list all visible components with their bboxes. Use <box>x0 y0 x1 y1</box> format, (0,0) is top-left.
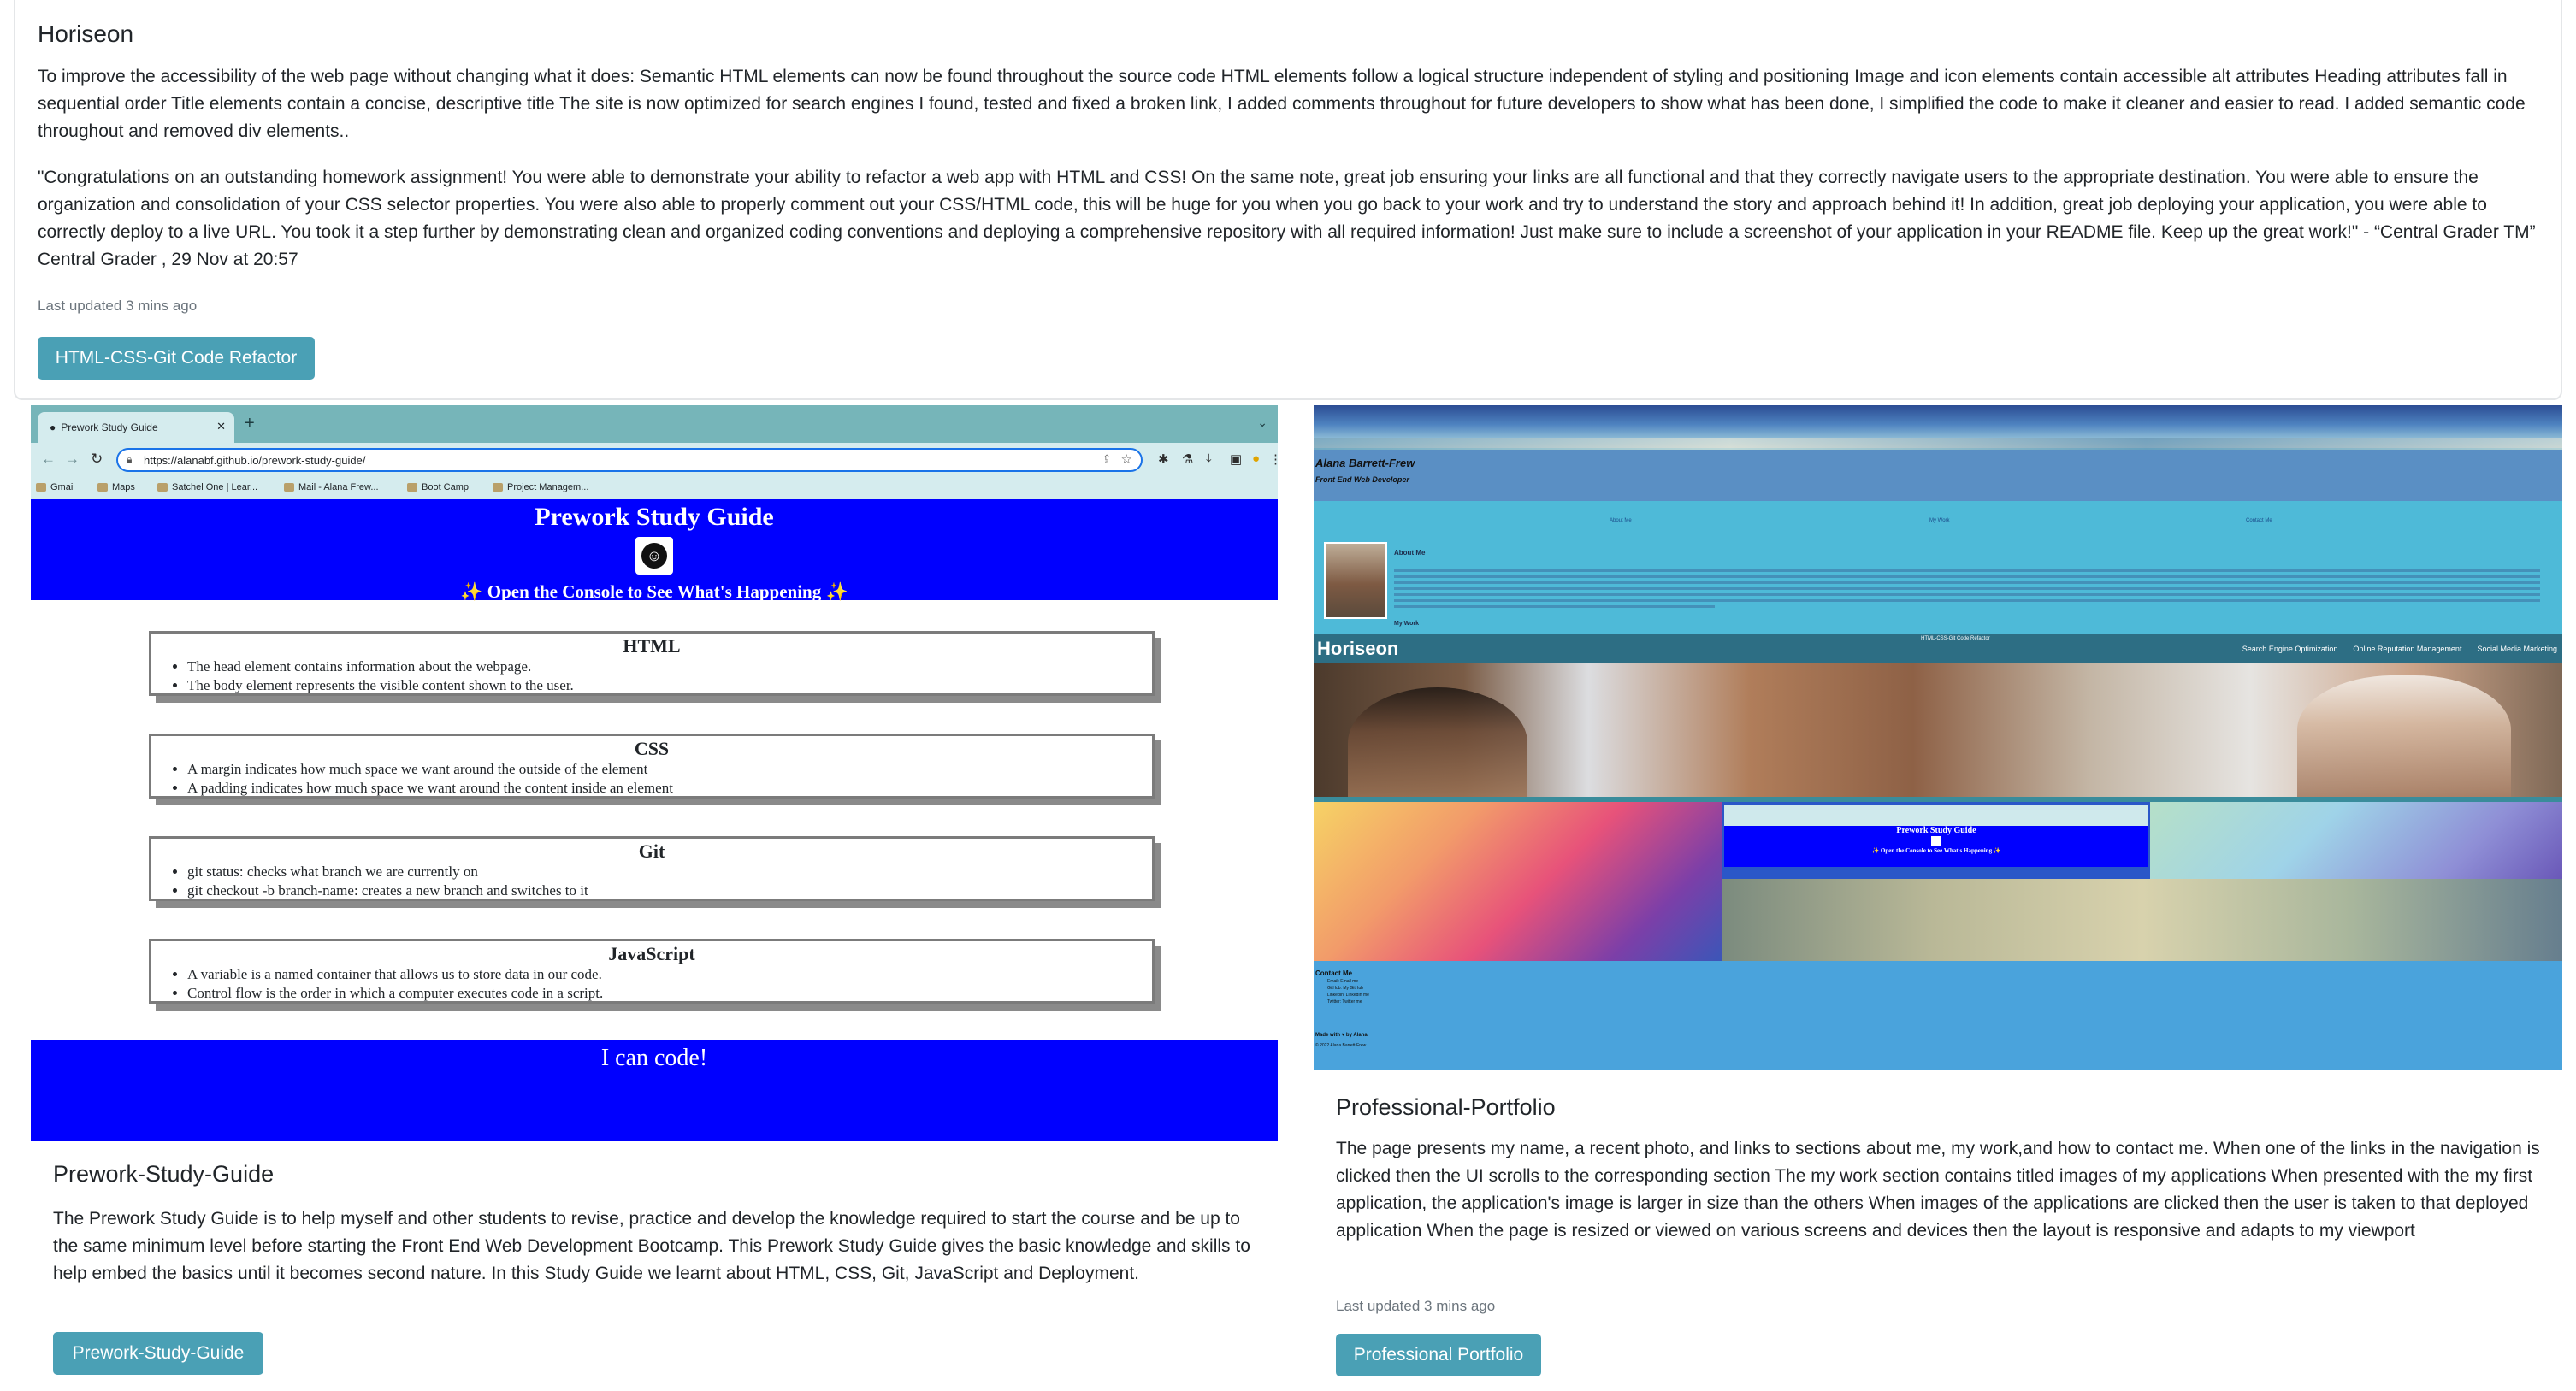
portfolio-role: Front End Web Developer <box>1315 475 1409 484</box>
nav-link-contact[interactable]: Contact Me <box>2246 518 2272 523</box>
section-title: JavaScript <box>608 943 695 964</box>
contact-item[interactable]: LinkedIn: LinkedIn me <box>1327 992 1369 999</box>
prework-screenshot[interactable]: ● Prework Study Guide ✕ + ⌄ ← → ↻ 🔒︎ htt… <box>31 405 1278 1141</box>
horiseon-nav-link[interactable]: Social Media Marketing <box>2477 645 2557 653</box>
flask-icon[interactable]: ⚗ <box>1182 451 1193 467</box>
close-tab-icon[interactable]: ✕ <box>216 420 226 433</box>
prework-footer: I can code! <box>31 1040 1278 1141</box>
menu-kebab-icon[interactable]: ⋮ <box>1269 451 1278 467</box>
project-tile-image[interactable] <box>1314 802 1722 961</box>
portfolio-screenshot[interactable]: Alana Barrett-Frew Front End Web Develop… <box>1314 405 2562 1070</box>
about-text <box>1394 559 2540 611</box>
prework-card-title: Prework-Study-Guide <box>53 1161 275 1187</box>
about-title: About Me <box>1394 549 1426 557</box>
bookmark-item[interactable]: Gmail <box>36 482 75 492</box>
bookmark-item[interactable]: Mail - Alana Frew... <box>284 482 379 492</box>
horiseon-project-tile[interactable]: Horiseon HTML-CSS-Git Code Refactor Sear… <box>1314 634 2562 663</box>
prework-subtitle: ✨ Open the Console to See What's Happeni… <box>460 581 848 602</box>
horiseon-repo-button[interactable]: HTML-CSS-Git Code Refactor <box>38 337 315 380</box>
my-work-title: My Work <box>1394 621 1420 627</box>
bookmarks-bar: Gmail Maps Satchel One | Lear... Mail - … <box>31 477 1278 499</box>
section-title: CSS <box>634 738 670 759</box>
git-section: Git git status: checks what branch we ar… <box>149 836 1155 901</box>
horiseon-tile-label: HTML-CSS-Git Code Refactor <box>1921 636 1990 641</box>
horiseon-card: Horiseon To improve the accessibility of… <box>14 0 2562 400</box>
portfolio-card-description: The page presents my name, a recent phot… <box>1336 1139 2540 1241</box>
list-item: Control flow is the order in which a com… <box>187 984 1152 1003</box>
mini-prework-title: Prework Study Guide <box>1896 826 1976 835</box>
list-item: A variable is a named container that all… <box>187 965 1152 984</box>
forward-icon[interactable]: → <box>65 451 80 468</box>
bookmark-item[interactable]: Maps <box>97 482 135 492</box>
nav-link-work[interactable]: My Work <box>1929 518 1950 523</box>
section-title: Git <box>638 840 665 862</box>
download-icon[interactable]: ⤓ <box>1206 451 1212 466</box>
mini-prework-header: Prework Study Guide ✨ Open the Console t… <box>1724 826 2148 867</box>
bookmark-item[interactable]: Project Managem... <box>493 482 588 492</box>
list-item: A padding indicates how much space we wa… <box>187 779 1152 798</box>
tab-search-icon[interactable]: ⌄ <box>1257 416 1267 430</box>
list-item: git status: checks what branch we are cu… <box>187 863 1152 881</box>
nav-link-about[interactable]: About Me <box>1610 518 1632 523</box>
copyright: © 2022 Alana Barrett-Frew <box>1315 1043 1367 1048</box>
contact-item[interactable]: Twitter: Twitter me <box>1327 999 1369 1005</box>
address-bar-url: https://alanabf.github.io/prework-study-… <box>144 453 366 467</box>
contact-item[interactable]: Email: Email me <box>1327 978 1369 985</box>
portfolio-last-updated: Last updated 3 mins ago <box>1336 1298 1496 1314</box>
section-title: HTML <box>623 635 681 657</box>
card-title: Horiseon <box>38 21 134 47</box>
mini-browser-chrome <box>1724 805 2148 826</box>
last-updated: Last updated 3 mins ago <box>38 298 198 314</box>
prework-header: Prework Study Guide ☺ ✨ Open the Console… <box>31 499 1278 602</box>
prework-repo-button[interactable]: Prework-Study-Guide <box>53 1332 263 1375</box>
html-section: HTML The head element contains informati… <box>149 631 1155 696</box>
sidepanel-icon[interactable]: ▣ <box>1230 451 1242 467</box>
list-item: git checkout -b branch-name: creates a n… <box>187 881 1152 900</box>
list-item: The body element represents the visible … <box>187 676 1152 695</box>
list-item: The head element contains information ab… <box>187 657 1152 676</box>
github-favicon-icon: ● <box>50 421 56 433</box>
browser-tab-title: Prework Study Guide <box>61 421 158 433</box>
back-icon[interactable]: ← <box>41 451 56 468</box>
horiseon-nav-link[interactable]: Search Engine Optimization <box>2242 645 2338 653</box>
lock-icon: 🔒︎ <box>127 453 133 465</box>
contact-item[interactable]: GitHub: My GitHub <box>1327 985 1369 992</box>
browser-toolbar: ← → ↻ 🔒︎ https://alanabf.github.io/prewo… <box>31 443 1278 477</box>
bookmark-item[interactable]: Boot Camp <box>407 482 469 492</box>
prework-card-description: The Prework Study Guide is to help mysel… <box>53 1209 1250 1283</box>
project-tile-image[interactable] <box>2150 802 2562 879</box>
project-tile-image[interactable] <box>1722 879 2562 961</box>
prework-title: Prework Study Guide <box>535 503 774 531</box>
horiseon-logo: Horiseon <box>1317 638 1399 659</box>
list-item: A margin indicates how much space we wan… <box>187 760 1152 779</box>
bookmark-star-icon[interactable]: ☆ <box>1121 451 1132 467</box>
reload-icon[interactable]: ↻ <box>91 451 103 468</box>
browser-tab-strip: ● Prework Study Guide ✕ + ⌄ <box>31 405 1278 443</box>
profile-avatar-icon[interactable]: ● <box>1252 451 1260 466</box>
new-tab-icon[interactable]: + <box>245 414 255 433</box>
portfolio-name: Alana Barrett-Frew <box>1315 457 1415 469</box>
portfolio-card-title: Professional-Portfolio <box>1336 1094 1556 1120</box>
github-octocat-icon <box>1931 836 1941 846</box>
css-section: CSS A margin indicates how much space we… <box>149 734 1155 799</box>
contact-section: Contact Me Email: Email me GitHub: My Gi… <box>1314 961 2562 1070</box>
browser-tab[interactable]: ● Prework Study Guide ✕ <box>38 412 234 443</box>
extension-icon[interactable]: ✱ <box>1158 451 1169 467</box>
contact-title: Contact Me <box>1315 970 1353 977</box>
portfolio-repo-button[interactable]: Professional Portfolio <box>1336 1334 1541 1376</box>
mini-prework-subtitle: ✨ Open the Console to See What's Happeni… <box>1871 847 2001 854</box>
github-octocat-icon: ☺ <box>635 537 673 575</box>
bookmark-item[interactable]: Satchel One | Lear... <box>157 482 257 492</box>
javascript-section: JavaScript A variable is a named contain… <box>149 939 1155 1004</box>
horiseon-nav-link[interactable]: Online Reputation Management <box>2353 645 2461 653</box>
card-description: To improve the accessibility of the web … <box>38 67 2526 141</box>
profile-photo <box>1324 542 1387 619</box>
grader-feedback: "Congratulations on an outstanding homew… <box>38 168 2536 269</box>
address-bar[interactable]: 🔒︎ https://alanabf.github.io/prework-stu… <box>116 448 1143 472</box>
built-with: Made with ♥ by Alana <box>1315 1033 1368 1038</box>
share-icon[interactable]: ⇪ <box>1102 452 1112 467</box>
